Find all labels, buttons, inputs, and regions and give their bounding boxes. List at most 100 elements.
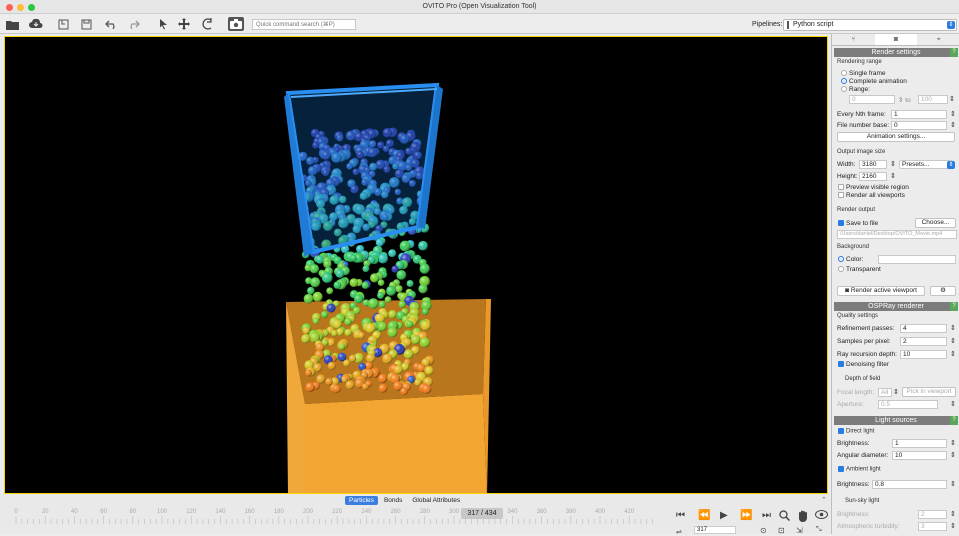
chevron-up-icon[interactable]: ⌃ [821,496,827,504]
animation-settings-button[interactable]: Animation settings... [837,132,955,142]
tab-overlays-pin-icon[interactable]: ⌖ [917,34,959,45]
pick-in-viewport-button[interactable]: Pick in viewport [902,387,956,397]
maximize-viewport-icon[interactable]: ⤡ [816,526,822,534]
timeline-tick-label: 20 [42,509,49,515]
file-number-base-input[interactable]: 0 [891,121,947,130]
animation-controls: ⏮ ⏪ ▶ ⏩ ⏭ ⇌ 317 ⊙ ⊡ ⇲ ⤡ [672,506,830,536]
minimize-window-button[interactable] [17,4,24,11]
current-frame-spinner[interactable]: 317 [694,526,736,534]
sunsky-brightness-spinner-icon[interactable]: ⇕ [950,510,956,518]
orbit-eye-icon[interactable] [815,510,828,522]
help-icon[interactable]: ? [950,302,958,311]
background-color-radio[interactable]: Color: [838,256,863,263]
single-frame-radio[interactable]: Single frame [841,70,886,77]
render-output-label: Render output [837,207,876,213]
quick-command-search-input[interactable] [252,19,356,30]
ambient-light-checkbox[interactable]: Ambient light [838,466,881,473]
undo-icon[interactable] [103,17,119,31]
zoom-window-button[interactable] [28,4,35,11]
range-to-input[interactable]: 100 [918,95,948,104]
save-to-file-checkbox[interactable]: Save to file [838,220,878,227]
transparent-radio[interactable]: Transparent [838,266,881,273]
recursion-spinner-icon[interactable]: ⇕ [950,350,956,358]
range-from-input[interactable]: 0 [849,95,895,104]
3d-viewport[interactable] [4,36,828,494]
render-camera-icon[interactable] [228,17,244,31]
focal-length-spinner-icon[interactable]: ⇕ [893,388,899,396]
every-nth-frame-input[interactable]: 1 [891,110,947,119]
preview-visible-region-checkbox[interactable]: Preview visible region [838,184,909,191]
import-file-icon[interactable] [55,17,71,31]
pipeline-select[interactable]: Python script ⇕ [783,19,957,31]
width-input[interactable]: 3180 [859,160,887,169]
refinement-passes-input[interactable]: 4 [900,324,947,333]
rendering-range-label: Rendering range [837,59,882,65]
ambient-brightness-spinner-icon[interactable]: ⇕ [950,480,956,488]
tab-global-attributes[interactable]: Global Attributes [408,496,464,505]
angular-diameter-input[interactable]: 10 [892,451,947,460]
tab-particles[interactable]: Particles [345,496,378,505]
tab-bonds[interactable]: Bonds [380,496,406,505]
turbidity-spinner-icon[interactable]: ⇕ [950,522,956,530]
aperture-spinner-icon[interactable]: ⇕ [950,400,956,408]
pan-hand-icon[interactable] [797,510,808,525]
help-icon[interactable]: ? [950,48,958,57]
render-settings-header: Render settings ? [834,48,958,57]
atmospheric-turbidity-input[interactable]: 3 [918,522,947,531]
direct-light-checkbox[interactable]: Direct light [838,428,874,435]
refinement-passes-label: Refinement passes: [837,325,895,332]
cloud-download-icon[interactable] [28,17,44,31]
selection-mode-icon[interactable] [155,17,171,31]
height-spinner-icon[interactable]: ⇕ [890,172,896,180]
file-number-base-label: File number base: [837,122,890,129]
play-icon[interactable]: ▶ [720,510,728,521]
complete-animation-radio[interactable]: Complete animation [841,78,907,85]
sunsky-brightness-input[interactable]: 2 [918,510,947,519]
samples-spinner-icon[interactable]: ⇕ [950,337,956,345]
tab-render-camera-icon[interactable]: ◙ [874,34,918,45]
render-settings-title: Render settings [871,49,921,56]
presets-select[interactable]: Presets... [899,160,953,169]
ambient-brightness-input[interactable]: 0.8 [872,480,947,489]
time-slider[interactable]: 0 20 40 60 80 100 120 140 160 180 200 220 240 260 280 3… [6,506,666,528]
pan-mode-icon[interactable] [176,17,192,31]
tab-pipeline-icon[interactable]: ⑂ [832,34,875,45]
aperture-input[interactable]: 0.5 [878,400,938,409]
command-panel-tabs: ⑂ ◙ ⌖ [832,34,959,46]
background-label: Background [837,244,870,250]
width-spinner-icon[interactable]: ⇕ [890,160,896,168]
time-slider-handle[interactable]: 317 / 434 [461,508,503,519]
direct-brightness-input[interactable]: 1 [892,439,947,448]
ray-recursion-depth-input[interactable]: 10 [900,350,947,359]
refinement-spinner-icon[interactable]: ⇕ [950,324,956,332]
angular-spinner-icon[interactable]: ⇕ [950,451,956,459]
zoom-icon[interactable] [779,510,791,524]
render-active-viewport-button[interactable]: ◙ Render active viewport [837,286,925,296]
render-all-viewports-checkbox[interactable]: Render all viewports [838,192,905,199]
direct-brightness-spinner-icon[interactable]: ⇕ [950,439,956,447]
choose-output-file-button[interactable]: Choose... [915,218,956,228]
last-frame-icon[interactable]: ⏭ [762,510,771,521]
orbit-mode-icon[interactable] [200,17,216,31]
samples-per-pixel-input[interactable]: 2 [900,337,947,346]
first-frame-icon[interactable]: ⏮ [676,510,685,521]
close-window-button[interactable] [6,4,13,11]
range-radio[interactable]: Range: [841,86,870,93]
presets-chevron-icon: ⇕ [947,161,955,169]
save-to-file-label: Save to file [846,220,879,227]
help-icon[interactable]: ? [950,416,958,425]
timeline-tick-label: 400 [595,509,606,515]
background-color-swatch[interactable] [878,255,956,264]
next-frame-icon[interactable]: ⏩ [740,510,752,521]
save-session-icon[interactable] [78,17,94,31]
denoising-filter-checkbox[interactable]: Denoising filter [838,361,889,368]
redo-icon[interactable] [125,17,141,31]
previous-frame-icon[interactable]: ⏪ [698,510,710,521]
every-nth-spinner-icon[interactable]: ⇕ [950,110,956,118]
range-to-spinner-icon[interactable]: ⇕ [949,95,955,103]
folder-open-icon[interactable] [5,17,21,31]
file-base-spinner-icon[interactable]: ⇕ [950,121,956,129]
focal-length-input[interactable]: All [878,388,892,397]
render-settings-gear-icon[interactable]: ⚙ [930,286,956,296]
height-input[interactable]: 2160 [859,172,887,181]
